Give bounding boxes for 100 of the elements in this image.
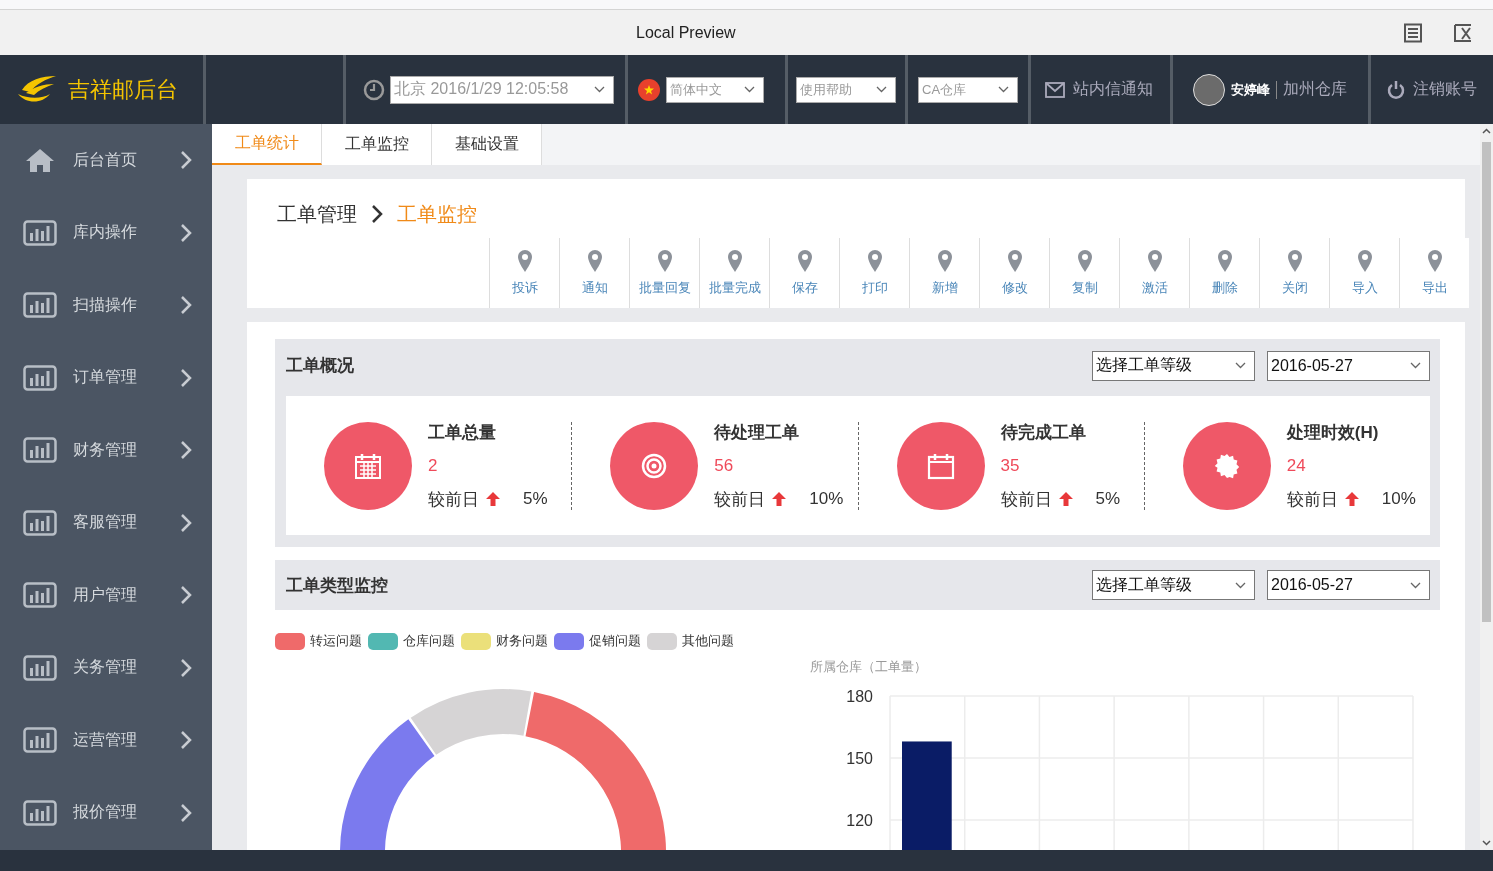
bar-chart-icon <box>23 509 57 536</box>
caret-icon <box>1410 581 1421 589</box>
map-pin-icon <box>1216 249 1233 273</box>
warehouse-select[interactable]: CA仓库 <box>918 76 1018 103</box>
chart-title: 所属仓库（工单量） <box>810 658 928 676</box>
brand-name: 吉祥邮后台 <box>68 75 178 104</box>
bar-chart-icon <box>23 727 57 754</box>
bar-chart-icon <box>23 437 57 464</box>
map-pin-icon <box>936 249 953 273</box>
change-percent: 10% <box>1381 489 1416 509</box>
sidebar-item[interactable]: 扫描操作 <box>0 269 212 342</box>
map-pin-icon <box>1146 249 1163 273</box>
arrow-up-icon <box>1057 491 1074 507</box>
toolbar-button[interactable]: 导出 <box>1399 238 1469 308</box>
power-icon <box>1387 79 1405 100</box>
breadcrumb-item: 工单监控 <box>397 201 477 227</box>
tab[interactable]: 基础设置 <box>432 124 542 165</box>
arrow-up-icon <box>485 491 501 507</box>
y-axis-label: 150 <box>846 750 873 767</box>
legend-label: 转运问题 <box>310 632 362 650</box>
chevron-right-icon <box>371 204 383 224</box>
change-percent: 5% <box>1095 489 1121 509</box>
map-pin-icon <box>516 249 533 273</box>
sidebar-item[interactable]: 后台首页 <box>0 124 212 197</box>
caret-icon <box>998 86 1009 93</box>
time-select[interactable]: 北京 2016/1/29 12:05:58 <box>390 75 614 104</box>
clock-icon <box>363 78 385 101</box>
user-warehouse: 加州仓库 <box>1283 79 1347 99</box>
seal-icon <box>1212 451 1241 480</box>
scrollbar-thumb[interactable] <box>1482 142 1491 622</box>
stat-value: 24 <box>1286 455 1307 476</box>
map-pin-icon <box>1356 249 1373 273</box>
map-pin-icon <box>1426 249 1443 273</box>
compare-label: 较前日 <box>714 488 766 511</box>
y-axis-label: 120 <box>846 812 873 829</box>
breadcrumb-item[interactable]: 工单管理 <box>277 200 357 228</box>
bar-chart-icon <box>23 364 57 391</box>
map-pin-icon <box>586 249 603 273</box>
bar-chart-icon <box>23 654 57 681</box>
chevron-right-icon <box>180 802 192 823</box>
user-name: 安婷峰 <box>1231 80 1277 99</box>
caret-icon <box>594 86 605 93</box>
level-select[interactable]: 选择工单等级 <box>1092 350 1255 381</box>
stat-value: 56 <box>714 455 735 476</box>
chevron-right-icon <box>180 222 192 243</box>
map-pin-icon <box>1006 249 1023 273</box>
sidebar-item[interactable]: 运营管理 <box>0 704 212 777</box>
change-percent: 5% <box>523 489 548 509</box>
flag-icon <box>638 78 660 101</box>
chevron-right-icon <box>180 657 192 678</box>
tab[interactable]: 工单监控 <box>322 124 432 165</box>
scrollbar[interactable] <box>1480 124 1493 850</box>
caret-icon <box>876 86 887 93</box>
sidebar-item[interactable]: 库内操作 <box>0 196 212 269</box>
bar-chart-icon <box>23 292 57 319</box>
language-select[interactable]: 简体中文 <box>666 76 764 103</box>
chevron-right-icon <box>180 440 192 461</box>
help-select[interactable]: 使用帮助 <box>796 76 896 103</box>
bar-chart-icon <box>23 582 57 609</box>
scroll-down-icon <box>1482 840 1491 846</box>
map-pin-icon <box>726 249 743 273</box>
reader-list-icon <box>1403 22 1423 43</box>
chevron-right-icon <box>180 150 192 171</box>
map-pin-icon <box>866 249 883 273</box>
bar-chart-icon <box>23 219 57 246</box>
logout-link[interactable]: 注销账号 <box>1387 79 1477 100</box>
sidebar-item[interactable]: 客服管理 <box>0 486 212 559</box>
level-select[interactable]: 选择工单等级 <box>1092 570 1255 600</box>
chevron-right-icon <box>180 730 192 751</box>
change-percent: 10% <box>809 489 844 509</box>
stat-value: 35 <box>1000 455 1021 476</box>
stat-title: 待完成工单 <box>1000 421 1087 444</box>
target-icon <box>640 451 669 480</box>
envelope-icon <box>1045 81 1065 98</box>
section-title: 工单类型监控 <box>286 574 388 597</box>
y-axis-label: 180 <box>846 688 873 705</box>
stat-title: 工单总量 <box>428 421 497 444</box>
calendar-icon <box>354 451 382 480</box>
caret-icon <box>1410 362 1421 369</box>
map-pin-icon <box>656 249 673 273</box>
date-select[interactable]: 2016-05-27 <box>1267 570 1430 600</box>
avatar-placeholder <box>1193 73 1225 106</box>
map-pin-icon <box>1286 249 1303 273</box>
legend-label: 仓库问题 <box>403 632 455 650</box>
sidebar-item[interactable]: 报价管理 <box>0 776 212 849</box>
arrow-up-icon <box>771 491 788 507</box>
messages-link[interactable]: 站内信通知 <box>1045 79 1153 100</box>
arrow-up-icon <box>1343 491 1360 507</box>
sidebar-item[interactable]: 订单管理 <box>0 341 212 414</box>
legend-label: 财务问题 <box>496 632 548 650</box>
scroll-up-icon <box>1482 128 1491 134</box>
stat-title: 待处理工单 <box>714 421 801 444</box>
compare-label: 较前日 <box>1000 488 1052 511</box>
map-pin-icon <box>796 249 813 273</box>
sidebar-item[interactable]: 用户管理 <box>0 559 212 632</box>
date-select[interactable]: 2016-05-27 <box>1267 350 1430 381</box>
sidebar-item[interactable]: 财务管理 <box>0 414 212 487</box>
sidebar-item[interactable]: 关务管理 <box>0 631 212 704</box>
map-pin-icon <box>1076 249 1093 273</box>
stat-title: 处理时效(H) <box>1286 421 1380 444</box>
